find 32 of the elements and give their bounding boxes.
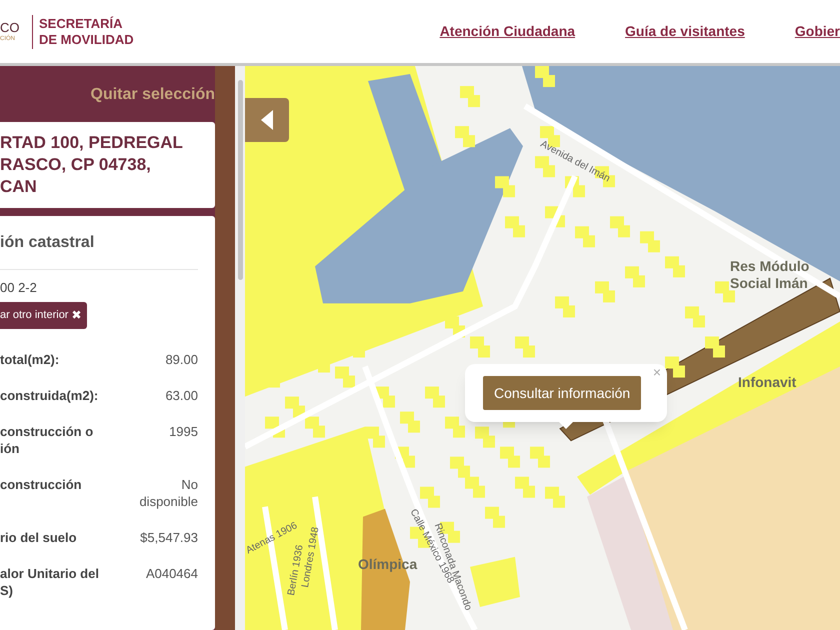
change-interior-button[interactable]: ar otro interior ✖: [0, 302, 88, 328]
field-value: 63.00: [165, 386, 198, 404]
address-text: RTAD 100, PEDREGAL: [0, 132, 184, 154]
field-value: 1995: [169, 422, 198, 440]
map-drawing[interactable]: [245, 66, 840, 630]
field-label: alor Unitario del S): [0, 564, 99, 598]
nav-link[interactable]: Gobier: [794, 21, 840, 42]
address-text: RASCO, CP 04738,: [0, 154, 152, 176]
field-value: $5,547.93: [140, 528, 198, 546]
map-label: Infonavit: [738, 374, 796, 391]
address-text: CAN: [0, 176, 38, 198]
field-value: A040464: [146, 564, 198, 582]
clear-selection-link[interactable]: Quitar selección: [90, 83, 215, 107]
field-value: 89.00: [165, 350, 198, 368]
collapse-panel-button[interactable]: [245, 98, 289, 142]
agency-name: SECRETARÍA: [39, 16, 124, 32]
map-label: Res Módulo Social Imán: [730, 258, 810, 292]
nav-link[interactable]: Atención Ciudadana: [440, 21, 576, 42]
account-number: 00 2-2: [0, 279, 38, 297]
field-label: total(m2):: [0, 350, 60, 368]
nav-link[interactable]: Guía de visitantes: [625, 21, 745, 42]
field-label: construcción o ión: [0, 422, 94, 456]
agency-name: DE MOVILIDAD: [39, 32, 134, 48]
field-label: rio del suelo: [0, 528, 77, 546]
consult-info-button[interactable]: Consultar información: [483, 376, 642, 410]
scrollbar[interactable]: [235, 66, 245, 630]
field-label: construida(m2):: [0, 386, 98, 404]
field-label: construcción: [0, 476, 82, 492]
triangle-left-icon: [261, 110, 273, 130]
card-title: ión catastral: [0, 233, 96, 253]
field-value: No disponible: [139, 476, 198, 510]
logo-text: CO: [0, 21, 20, 34]
